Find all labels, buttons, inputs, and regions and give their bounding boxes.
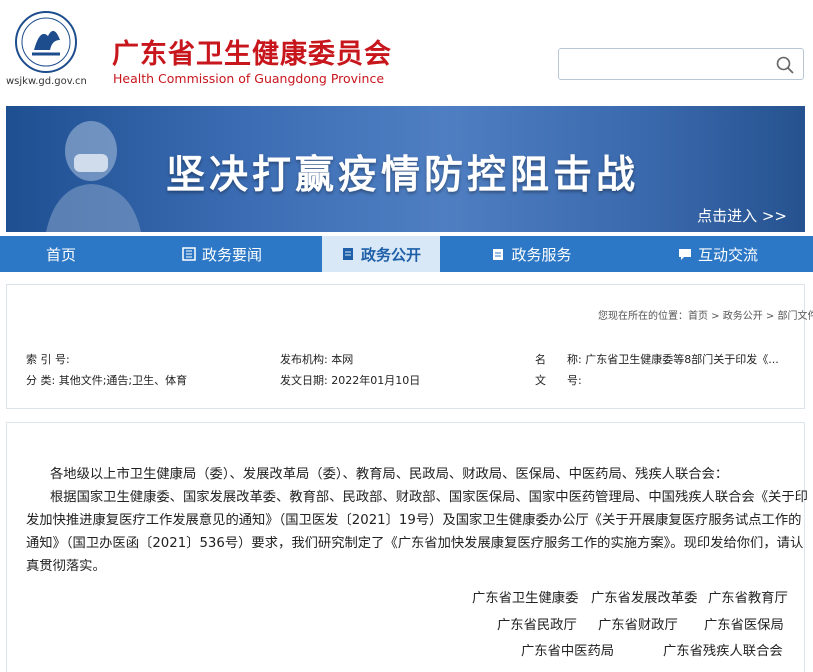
site-title[interactable]: 广东省卫生健康委员会 <box>112 32 392 71</box>
body-line-3: 通知》（国卫办医函〔2021〕536号）要求，我们研究制定了《广东省加快发展康复… <box>26 533 803 556</box>
breadcrumb-gov-affairs[interactable]: 政务公开 <box>723 311 763 322</box>
site-domain: wsjkw.gd.gov.cn <box>6 76 87 87</box>
meta-category: 分 类: 其他文件;通告;卫生、体育 <box>26 372 187 388</box>
meta-date: 发文日期: 2022年01月10日 <box>280 372 420 388</box>
breadcrumb-prefix: 您现在所在的位置： <box>598 311 688 322</box>
signer: 广东省医保局 <box>704 614 784 633</box>
breadcrumb-dept-docs[interactable]: 部门文件 <box>778 311 813 322</box>
meta-publisher: 发布机构: 本网 <box>280 351 353 367</box>
breadcrumb-sep: > <box>708 311 723 322</box>
signer: 广东省财政厅 <box>598 614 678 633</box>
site-title-en: Health Commission of Guangdong Province <box>113 71 384 86</box>
signer: 广东省残疾人联合会 <box>663 640 783 659</box>
search-box <box>558 48 804 80</box>
search-input[interactable] <box>565 50 769 80</box>
document-info-panel <box>6 284 805 409</box>
service-icon <box>491 247 505 261</box>
nav-gov-affairs-label: 政务公开 <box>361 244 421 265</box>
nav-gov-affairs[interactable]: 政务公开 <box>322 236 440 272</box>
main-nav: 首页 政务要闻 政务公开 政务服务 互动交流 <box>0 236 813 272</box>
nav-home-label: 首页 <box>46 244 76 265</box>
document-icon <box>341 247 355 261</box>
banner-headline: 坚决打赢疫情防控阻击战 <box>166 144 639 200</box>
meta-name-label: 名 <box>535 351 546 367</box>
news-icon <box>182 247 196 261</box>
signer: 广东省教育厅 <box>708 587 788 606</box>
breadcrumb-sep: > <box>763 311 778 322</box>
nav-news[interactable]: 政务要闻 <box>122 236 322 272</box>
breadcrumb: 您现在所在的位置：首页 > 政务公开 > 部门文件 <box>598 307 813 322</box>
nav-interaction[interactable]: 互动交流 <box>623 236 813 272</box>
meta-index-label: 索 引 号: <box>26 351 70 367</box>
banner-enter-link[interactable]: 点击进入 >> <box>697 205 787 226</box>
epidemic-banner[interactable]: 坚决打赢疫情防控阻击战 点击进入 >> <box>6 106 805 232</box>
salutation: 各地级以上市卫生健康局（委）、发展改革局（委）、教育局、民政局、财政局、医保局、… <box>50 464 728 487</box>
chat-icon <box>678 247 692 261</box>
body-line-4: 真贯彻落实。 <box>26 556 106 579</box>
signer: 广东省民政厅 <box>497 614 577 633</box>
nav-interaction-label: 互动交流 <box>698 244 758 265</box>
meta-docno-label: 文 <box>535 372 546 388</box>
site-header: wsjkw.gd.gov.cn 广东省卫生健康委员会 Health Commis… <box>0 0 813 100</box>
signer: 广东省卫生健康委 <box>472 587 578 606</box>
nav-news-label: 政务要闻 <box>202 244 262 265</box>
nav-home[interactable]: 首页 <box>0 236 122 272</box>
commission-logo[interactable] <box>14 10 78 74</box>
body-line-1: 根据国家卫生健康委、国家发展改革委、教育部、民政部、财政部、国家医保局、国家中医… <box>50 487 808 510</box>
body-line-2: 发加快推进康复医疗工作发展意见的通知》（国卫医发〔2021〕19号）及国家卫生健… <box>26 510 801 533</box>
breadcrumb-home[interactable]: 首页 <box>688 311 708 322</box>
signer: 广东省中医药局 <box>521 640 614 659</box>
meta-name-value: 称: 广东省卫生健康委等8部门关于印发《... <box>567 351 779 367</box>
medical-worker-image <box>36 106 156 232</box>
signer: 广东省发展改革委 <box>591 587 697 606</box>
meta-docno-value: 号: <box>567 372 582 388</box>
nav-services-label: 政务服务 <box>511 244 571 265</box>
search-icon[interactable] <box>775 55 795 75</box>
nav-services[interactable]: 政务服务 <box>440 236 623 272</box>
